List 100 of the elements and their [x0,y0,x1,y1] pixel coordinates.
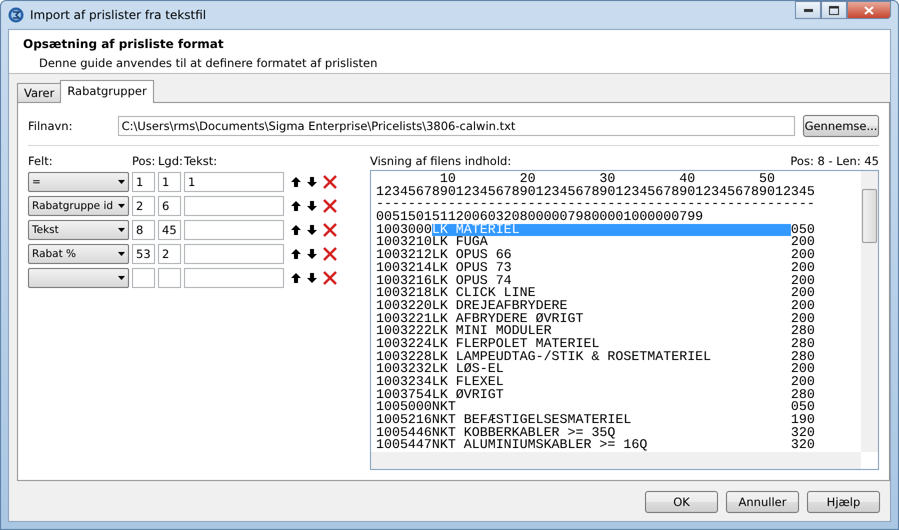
preview-value: 200 [790,363,815,376]
close-icon [864,6,874,14]
length-field[interactable]: 6 [158,196,181,216]
text-field[interactable] [184,196,284,216]
close-button[interactable] [847,1,891,19]
arrow-up-icon[interactable] [291,225,301,235]
tab[interactable]: Rabatgrupper [60,80,154,103]
delete-icon[interactable] [323,247,337,261]
preview-line: 1005446NKT KOBBERKABLER >= 35Q [376,426,616,440]
preview-line: 1234567890123456789012345678901234567890123456789012345 [376,186,815,198]
preview-line: 1003000 [376,224,432,236]
preview-line: 10 20 30 40 50 [438,173,775,186]
text-field[interactable] [184,244,284,264]
header-subtitle: Denne guide anvendes til at definere formatet af prislisten [39,56,378,70]
preview-value: 280 [790,338,815,351]
preview-line: 1005000NKT [376,401,457,414]
arrow-up-icon[interactable] [291,273,301,283]
dialog-button[interactable]: Hjælp [807,491,880,513]
arrow-up-icon[interactable] [291,201,301,211]
dialog-button[interactable]: Annuller [726,491,799,513]
position-readout: Pos: 8 - Len: 45 [790,154,879,168]
preview-value: 190 [790,414,815,427]
preview-line: 00515015112006032080000079800001000000799 [376,211,704,224]
preview-value: 280 [790,350,815,364]
caret-icon [118,276,125,280]
preview-value: 200 [790,236,815,250]
browse-button[interactable]: Gennemse... [803,115,879,137]
selected-text: LK MATERIEL [432,224,791,236]
filename-field[interactable]: C:\Users\rms\Documents\Sigma Enterprise\Pricelists\3806-calwin.txt [118,116,795,136]
preview-line: 1003210LK FUGA [376,236,489,250]
preview-value: 320 [790,439,815,452]
pos-field[interactable] [132,268,155,288]
preview-value: 200 [790,249,815,262]
field-dropdown[interactable]: Rabat % [28,244,129,264]
length-field[interactable]: 45 [158,220,181,240]
arrow-down-icon[interactable] [307,201,317,211]
arrow-down-icon[interactable] [307,225,317,235]
preview-line: 1005447NKT ALUMINIUMSKABLER >= 16Q [376,439,648,452]
pos-field[interactable]: 8 [132,220,155,240]
field-dropdown[interactable]: Rabatgruppe id [28,196,129,216]
preview-line: 1003754LK ØVRIGT [376,388,505,402]
scroll-thumb[interactable] [862,189,877,243]
caret-icon [118,252,125,256]
preview-line: 1003224LK FLERPOLET MATERIEL [376,338,600,351]
preview-line: 1003214LK OPUS 73 [376,262,513,274]
preview-value: 200 [790,312,815,326]
pos-field[interactable]: 1 [132,172,155,192]
preview-line: 1003228LK LAMPEUDTAG-/STIK & ROSETMATERIEL [376,350,712,364]
preview-value: 280 [790,325,815,338]
caret-icon [118,204,125,208]
length-field[interactable]: 1 [158,172,181,192]
preview-line: 1003222LK MINI MODULER [376,325,552,338]
column-header: Pos: [132,154,155,168]
preview-value: 200 [790,300,815,313]
vertical-scrollbar[interactable] [861,171,878,452]
preview-value: 200 [790,274,815,288]
preview-line: 1003234LK FLEXEL [376,376,505,389]
pos-field[interactable]: 53 [132,244,155,264]
pos-field[interactable]: 2 [132,196,155,216]
dialog-button[interactable]: OK [645,491,718,513]
maximize-icon [829,6,839,14]
field-dropdown[interactable]: Tekst [28,220,129,240]
text-field[interactable] [184,268,284,288]
arrow-down-icon[interactable] [307,249,317,259]
preview-value: 200 [790,262,815,274]
maximize-button[interactable] [821,1,847,19]
column-header: Tekst: [184,154,218,168]
preview-line: 1003232LK LØS-EL [376,363,505,376]
delete-icon[interactable] [323,199,337,213]
field-label: Filnavn: [28,119,74,133]
arrow-down-icon[interactable] [307,177,317,187]
preview-line: 1003212LK OPUS 66 [376,249,513,262]
delete-icon[interactable] [323,175,337,189]
preview-line: 1003218LK CLICK LINE [376,287,536,300]
arrow-up-icon[interactable] [291,249,301,259]
arrow-down-icon[interactable] [307,273,317,283]
preview-line: 1005216NKT BEFÆSTIGELSESMATERIEL [376,414,632,427]
field-dropdown[interactable] [28,268,129,288]
preview-value: 280 [790,388,815,402]
horizontal-scrollbar[interactable] [371,452,861,469]
tab[interactable]: Varer [17,83,62,102]
minimize-icon [804,8,812,12]
header-title: Opsætning af prisliste format [23,37,225,51]
preview-line: 1003220LK DREJEAFBRYDERE [376,300,569,313]
preview-line: 1003216LK OPUS 74 [376,274,512,288]
preview-value: 050 [790,401,815,414]
delete-icon[interactable] [323,223,337,237]
text-field[interactable]: 1 [184,172,284,192]
length-field[interactable]: 2 [158,244,181,264]
field-dropdown[interactable]: = [28,172,129,192]
preview-value: 200 [790,287,815,300]
preview-line: 1003221LK AFBRYDERE ØVRIGT [376,312,584,326]
delete-icon[interactable] [323,271,337,285]
text-field[interactable] [184,220,284,240]
column-header: Lgd: [158,154,181,168]
arrow-up-icon[interactable] [291,177,301,187]
length-field[interactable] [158,268,181,288]
minimize-button[interactable] [795,1,821,19]
caret-icon [118,180,125,184]
preview-value: 050 [790,224,815,236]
